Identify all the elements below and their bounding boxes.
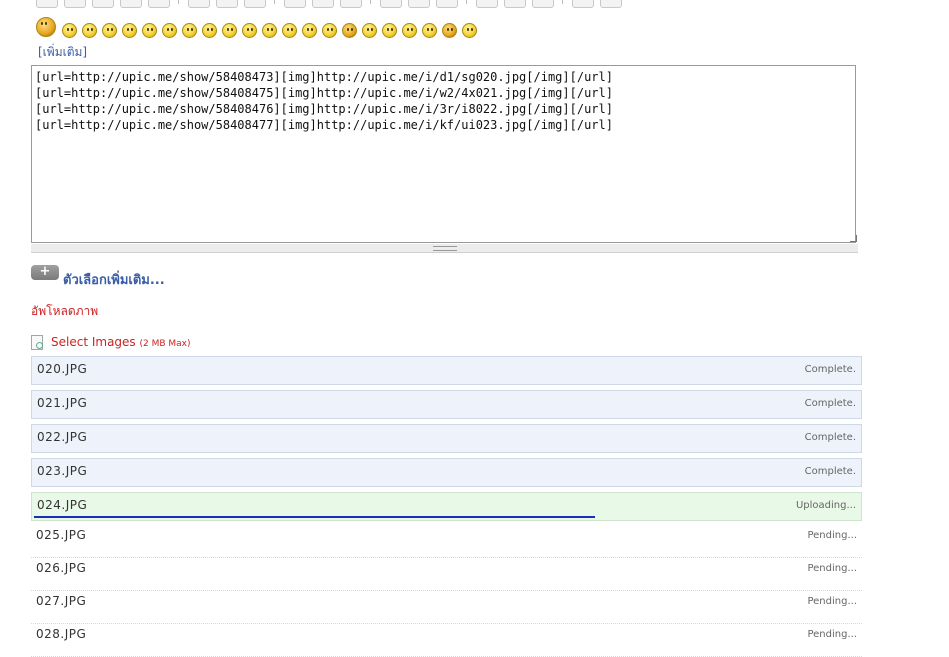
select-images-limit: (2 MB Max) (139, 339, 191, 349)
toolbar-separator (274, 0, 275, 4)
file-status: Complete. (804, 432, 856, 443)
file-name: 027.JPG (36, 594, 87, 608)
editor-resize-handle[interactable] (31, 244, 858, 253)
toolbar-separator (466, 0, 467, 4)
neutral-icon[interactable] (142, 23, 157, 38)
cry-icon[interactable] (362, 23, 377, 38)
upload-file-row: 025.JPG Pending... (31, 525, 862, 558)
file-status: Pending... (807, 530, 857, 541)
upload-section-title: อัพโหลดภาพ (31, 304, 99, 318)
superscript-toolbar-button[interactable] (340, 0, 362, 8)
upload-file-row: 026.JPG Pending... (31, 558, 862, 591)
more-options-label[interactable]: ตัวเลือกเพิ่มเติม... (63, 269, 165, 290)
smile-icon[interactable] (62, 23, 77, 38)
surprised-icon[interactable] (262, 23, 277, 38)
more-options-button[interactable]: + (31, 265, 59, 280)
post-textarea[interactable]: [url=http://upic.me/show/58408473][img]h… (31, 65, 856, 243)
wave-icon[interactable] (462, 23, 477, 38)
police-icon[interactable] (442, 23, 457, 38)
smile-icon[interactable] (402, 23, 417, 38)
blank-toolbar-button[interactable] (284, 0, 306, 8)
smilies-bar (36, 17, 536, 43)
upload-file-row: 023.JPG Complete. (31, 458, 862, 487)
list-bullet-toolbar-button[interactable] (476, 0, 498, 8)
file-status: Uploading... (795, 500, 856, 511)
cool-icon[interactable] (302, 23, 317, 38)
file-status: Complete. (804, 466, 856, 477)
file-status: Pending... (807, 629, 857, 640)
file-status: Complete. (804, 364, 856, 375)
code-toolbar-button[interactable] (408, 0, 430, 8)
sad-icon[interactable] (122, 23, 137, 38)
list-toolbar-button[interactable] (216, 0, 238, 8)
glasses-icon[interactable] (182, 23, 197, 38)
upload-progress-bar (34, 516, 859, 518)
copy-toolbar-button[interactable] (92, 0, 114, 8)
toolbar-separator (178, 0, 179, 4)
file-status: Pending... (807, 563, 857, 574)
more-smilies-link[interactable]: [เพิ่มเติม] (38, 43, 87, 62)
confused-icon[interactable] (202, 23, 217, 38)
smile-icon[interactable] (422, 23, 437, 38)
upload-file-row: 027.JPG Pending... (31, 591, 862, 624)
list-number-toolbar-button[interactable] (504, 0, 526, 8)
toolbar-separator (562, 0, 563, 4)
grin-icon[interactable] (222, 23, 237, 38)
laugh-icon[interactable] (282, 23, 297, 38)
resize-grip-icon (433, 246, 457, 251)
eek-icon[interactable] (322, 23, 337, 38)
file-name: 022.JPG (37, 430, 88, 444)
file-name: 026.JPG (36, 561, 87, 575)
upload-file-row: 022.JPG Complete. (31, 424, 862, 453)
upload-progress-fill (34, 516, 595, 518)
link-toolbar-button[interactable] (120, 0, 142, 8)
more-toolbar-button[interactable] (244, 0, 266, 8)
blank-smiley-icon[interactable] (382, 23, 397, 38)
remove-format-toolbar-button[interactable] (572, 0, 594, 8)
file-status: Complete. (804, 398, 856, 409)
tongue-icon[interactable] (242, 23, 257, 38)
upload-file-row: 021.JPG Complete. (31, 390, 862, 419)
file-name: 025.JPG (36, 528, 87, 542)
file-name: 028.JPG (36, 627, 87, 641)
quote-toolbar-button[interactable] (380, 0, 402, 8)
smile-icon[interactable] (82, 23, 97, 38)
search-toolbar-button[interactable] (436, 0, 458, 8)
subscript-toolbar-button[interactable] (312, 0, 334, 8)
afro-smiley-icon[interactable] (36, 17, 56, 37)
spellcheck-toolbar-button[interactable] (600, 0, 622, 8)
image-toolbar-button[interactable] (148, 0, 170, 8)
upload-file-row: 020.JPG Complete. (31, 356, 862, 385)
file-name: 020.JPG (37, 362, 88, 376)
file-name: 024.JPG (37, 498, 88, 512)
devil-icon[interactable] (342, 23, 357, 38)
select-images-label[interactable]: Select Images (2 MB Max) (51, 335, 191, 349)
smile-icon[interactable] (102, 23, 117, 38)
highlight-toolbar-button[interactable] (64, 0, 86, 8)
corner-resize-icon[interactable] (850, 235, 857, 242)
upload-file-row: 024.JPG Uploading... (31, 492, 862, 521)
select-images-text[interactable]: Select Images (51, 335, 136, 349)
file-name: 021.JPG (37, 396, 88, 410)
file-name: 023.JPG (37, 464, 88, 478)
file-status: Pending... (807, 596, 857, 607)
font-color-toolbar-button[interactable] (36, 0, 58, 8)
upload-file-row: 028.JPG Pending... (31, 624, 862, 657)
editor-toolbar (36, 0, 636, 8)
wink-icon[interactable] (162, 23, 177, 38)
toolbar-separator (370, 0, 371, 4)
upload-file-list: 020.JPG Complete. 021.JPG Complete. 022.JPG C… (31, 356, 862, 657)
indent-toolbar-button[interactable] (532, 0, 554, 8)
smile-toolbar-button[interactable] (188, 0, 210, 8)
file-icon (31, 335, 43, 350)
